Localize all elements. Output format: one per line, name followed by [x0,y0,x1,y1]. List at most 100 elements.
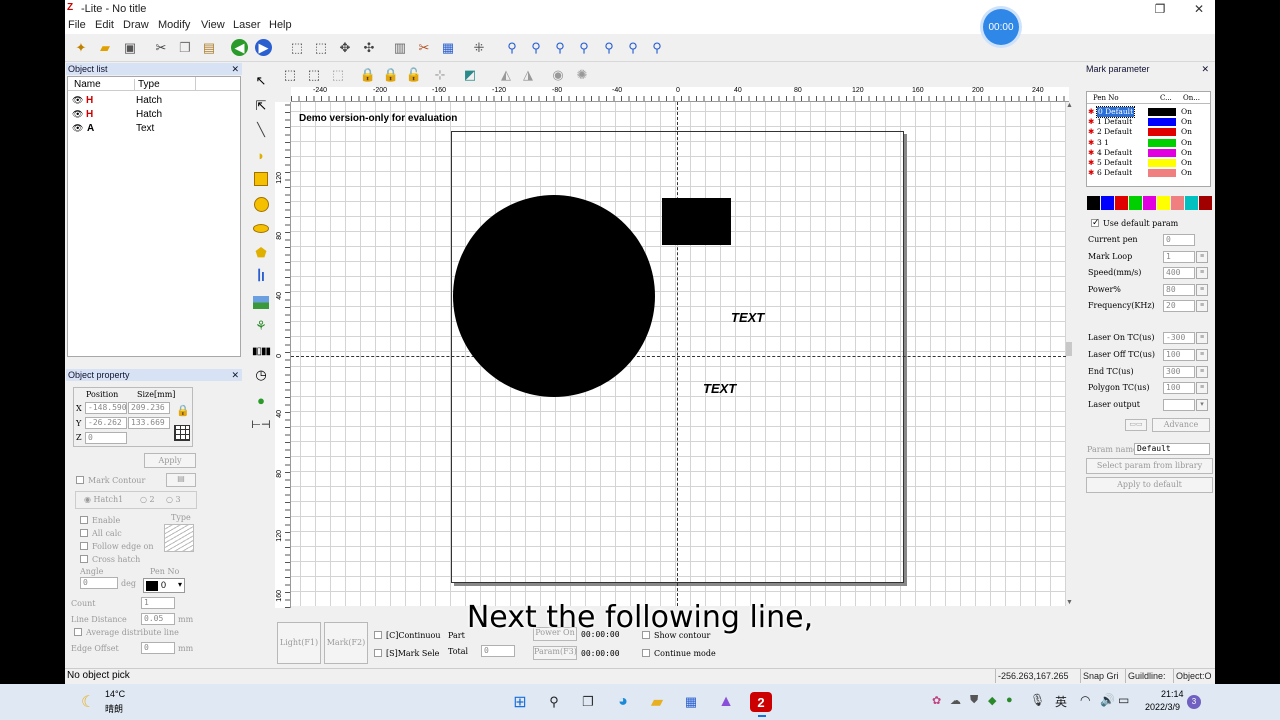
param-button[interactable]: Param(F3) [533,646,577,660]
zoom-all-icon[interactable]: ⚲ [599,38,619,58]
palette-swatch[interactable] [1129,196,1142,210]
param-field[interactable]: 20 [1163,300,1195,312]
pen-row[interactable]: ✱ 1 Default On [1087,117,1210,127]
palette-swatch[interactable] [1157,196,1170,210]
io-tool-icon[interactable]: ● [249,390,273,410]
lock-icon[interactable]: 🔒 [176,404,190,417]
continue-mode-checkbox[interactable] [642,649,650,657]
pen-no-column[interactable]: Pen No [1093,94,1119,102]
bitmap-tool-icon[interactable] [249,292,273,312]
menu-laser[interactable]: Laser [233,19,261,31]
microphone-icon[interactable]: 🎙 [1030,693,1045,707]
column-name[interactable]: Name [74,79,101,90]
battery-icon[interactable]: ▭ [1118,693,1129,707]
tray-shield-icon[interactable]: ⛊ [970,694,978,707]
snap-grid-toggle[interactable]: Snap Gri [1080,669,1119,683]
rectangle-tool-icon[interactable] [249,169,273,189]
all-calc-checkbox[interactable] [80,529,88,537]
column-type[interactable]: Type [134,79,160,90]
scroll-thumb[interactable] [1066,342,1072,356]
zoom-page-icon[interactable]: ⚲ [647,38,667,58]
spinner-icon[interactable]: ≡ [1196,300,1208,312]
store-icon[interactable]: ▦ [680,692,702,712]
hatch-type-icon[interactable] [164,524,194,552]
eye-icon[interactable]: 👁 [72,109,83,120]
tray-flower-icon[interactable]: ✿ [932,694,941,707]
taskbar-date[interactable]: 2022/3/9 [1145,702,1180,712]
edge-offset-field[interactable]: 0 [141,642,175,654]
paste-icon[interactable]: ▤ [199,38,219,58]
palette-swatch[interactable] [1185,196,1198,210]
menu-file[interactable]: File [68,19,86,31]
select-curve-icon[interactable]: ⬚ [304,65,324,85]
ellipse-tool-icon[interactable] [249,218,273,238]
tray-wechat-icon[interactable]: ● [1006,694,1013,706]
menu-view[interactable]: View [201,19,225,31]
volume-icon[interactable]: 🔊 [1100,693,1115,707]
anchor-grid-icon[interactable] [174,425,190,441]
ime-indicator[interactable]: 英 [1055,693,1067,710]
total-field[interactable]: 0 [481,645,515,657]
align-icon[interactable]: ⁜ [469,38,489,58]
open-folder-icon[interactable]: ▰ [95,38,115,58]
redo-icon[interactable]: ▶ [255,39,272,56]
param-field[interactable] [1163,399,1195,412]
spinner-icon[interactable]: ≡ [1196,250,1208,263]
select-all-icon[interactable]: ⬚ [287,38,307,58]
pen-row[interactable]: ✱ 5 Default On [1087,158,1210,168]
spinner-icon[interactable]: ≡ [1196,332,1208,344]
select-invert-icon[interactable]: ⬚ [311,38,331,58]
spinner-icon[interactable]: ▾ [1196,399,1208,412]
zoom-icon[interactable]: ⚲ [502,38,522,58]
pen-select[interactable]: 0 ▾ [143,578,185,593]
param-field[interactable]: 400 [1163,267,1195,279]
pen-row[interactable]: ✱ 0 Default On [1087,106,1210,118]
circle-tool-icon[interactable] [249,194,273,214]
polygon-tool-icon[interactable]: ⬟ [249,243,273,263]
x-size-field[interactable]: 209.236 [128,402,170,414]
zoom-in-icon[interactable]: ⚲ [526,38,546,58]
menu-modify[interactable]: Modify [158,19,190,31]
line-tool-icon[interactable]: ╲ [249,120,273,140]
angle-field[interactable]: 0 [80,577,118,589]
palette-swatch[interactable] [1115,196,1128,210]
menu-edit[interactable]: Edit [95,19,114,31]
undo-icon[interactable]: ◀ [231,39,248,56]
mirror-vertical-icon[interactable]: ◮ [518,65,538,85]
spinner-icon[interactable]: ≡ [1196,382,1208,395]
pick-icon[interactable]: ⊹ [430,65,450,85]
spinner-icon[interactable]: ≡ [1196,348,1208,361]
palette-swatch[interactable] [1087,196,1100,210]
hatch1-radio[interactable]: ◉ Hatch1 [84,495,123,504]
use-default-checkbox[interactable]: ✓ [1091,217,1100,227]
drawing-canvas[interactable]: Demo version-only for evaluation TEXT TE… [291,102,1066,606]
advanced-options-icon[interactable]: ▭▭ [1125,419,1147,431]
contour-settings-button[interactable]: ▤ [166,473,196,487]
pen-row[interactable]: ✱ 2 Default On [1087,127,1210,137]
scroll-up-icon[interactable]: ▲ [1066,102,1073,109]
select-node-icon[interactable]: ✣ [359,38,379,58]
text-object-2[interactable]: TEXT [703,381,736,396]
param-field[interactable]: -300 [1163,332,1195,344]
select-grid-icon[interactable]: ⬚ [328,65,348,85]
vector-file-icon[interactable]: ⚘ [249,316,273,336]
pointer-icon[interactable]: ↖ [249,71,273,91]
weather-moon-icon[interactable]: ☾ [81,692,95,712]
tray-cloud-icon[interactable]: ☁ [950,694,961,707]
tray-security-icon[interactable]: ◆ [988,694,996,707]
edge-browser-icon[interactable]: ◕ [612,692,634,712]
hatch3-radio[interactable]: ○ 3 [166,495,181,504]
zoom-selected-icon[interactable]: ⚲ [623,38,643,58]
on-column[interactable]: On... [1183,94,1200,102]
param-field[interactable]: 1 [1163,250,1195,263]
text-tool-icon[interactable]: ꟾI [249,267,273,287]
spinner-icon[interactable]: ≡ [1196,267,1208,279]
color-column[interactable]: C... [1160,94,1172,102]
list-item[interactable]: 👁 H Hatch [68,109,240,122]
vertical-scrollbar[interactable]: ▲ ▼ [1066,102,1074,606]
pen-row[interactable]: ✱ 6 Default On [1087,168,1210,178]
param-name-field[interactable]: Default [1134,443,1210,455]
unlock-icon[interactable]: 🔓 [404,65,424,85]
group-icon[interactable]: ▥ [390,38,410,58]
new-file-icon[interactable]: ✦ [71,38,91,58]
